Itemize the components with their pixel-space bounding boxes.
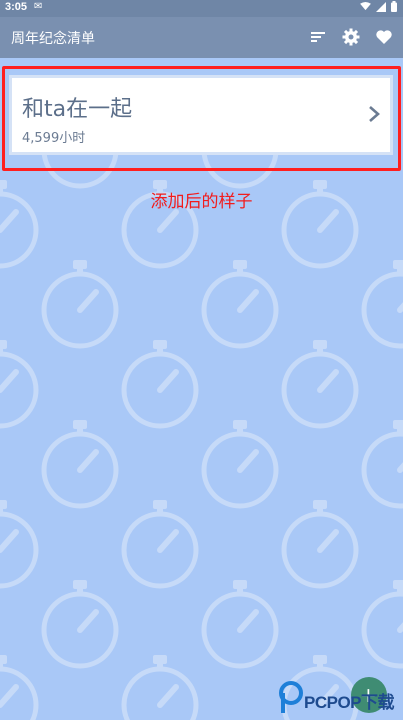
watermark-logo: PCPOP下载	[278, 680, 403, 720]
wifi-icon	[360, 2, 371, 11]
app-bar-actions	[309, 28, 393, 46]
anniversary-card[interactable]: 和ta在一起 4,599小时	[9, 75, 393, 155]
sort-icon[interactable]	[309, 28, 327, 46]
anniversary-name: 和ta在一起	[22, 97, 133, 122]
status-icons	[360, 1, 397, 12]
watermark-text: PCPOP下载	[304, 693, 395, 712]
watermark-p-icon	[279, 681, 303, 713]
signal-icon	[376, 1, 386, 12]
anniversary-hours: 4,599小时	[22, 131, 86, 146]
battery-icon	[391, 1, 397, 12]
page-title: 周年纪念清单	[11, 31, 95, 47]
mail-notification-icon: ✉	[34, 1, 43, 12]
heart-icon[interactable]	[375, 28, 393, 46]
chevron-right-icon	[369, 106, 380, 122]
annotation-caption: 添加后的样子	[150, 192, 253, 212]
status-time: 3:05	[5, 1, 28, 13]
app-bar: 周年纪念清单	[0, 17, 403, 58]
gear-icon[interactable]	[342, 28, 360, 46]
status-bar: 3:05 ✉	[0, 0, 403, 17]
